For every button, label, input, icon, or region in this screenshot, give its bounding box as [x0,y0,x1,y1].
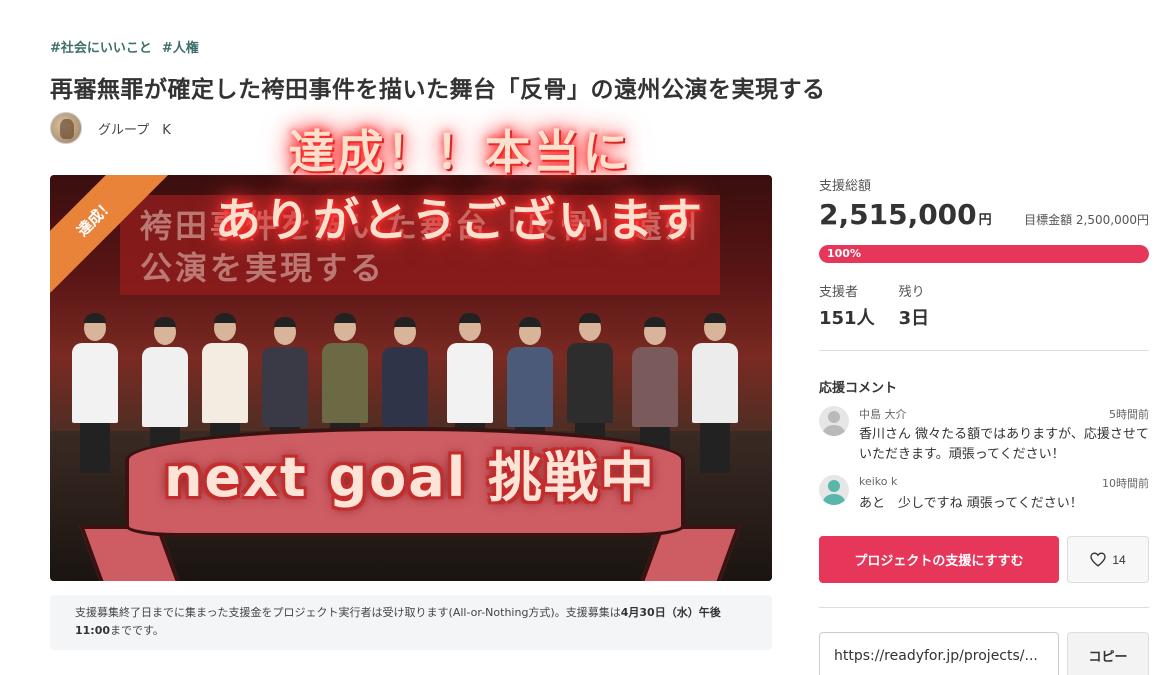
cast-member [690,313,740,473]
next-goal-text: next goal 挑戦中 [163,446,656,509]
user-avatar-icon [819,406,849,436]
notice-text: 支援募集終了日までに集まった支援金をプロジェクト実行者は受け取ります(All-o… [75,606,621,619]
target-label: 目標金額 [1024,213,1073,227]
comment-item: 中島 大介 5時間前 香川さん 微々たる額ではありますが、応援させていただきます。… [819,406,1149,465]
like-count: 14 [1112,552,1126,567]
remaining-label: 残り [898,285,925,300]
comment-time: 5時間前 [1109,408,1149,421]
share-url-field[interactable]: https://readyfor.jp/projects/... [819,632,1059,675]
comment-time: 10時間前 [1102,477,1149,490]
comment-text: あと 少しですね 頑張ってください！ [859,496,1083,511]
heart-icon [1090,552,1106,567]
backers-value: 151人 [819,308,875,329]
target-amount: 目標金額 2,500,000円 [1024,211,1149,228]
thanks-line-1: 達成！！本当に [288,125,632,179]
page-title: 再審無罪が確定した袴田事件を描いた舞台「反骨」の遠州公演を実現する [50,77,826,103]
support-project-button[interactable]: プロジェクトの支援にすすむ [819,536,1059,583]
comment-item: keiko k 10時間前 あと 少しですね 頑張ってください！ [819,475,1149,514]
avatar[interactable] [50,112,82,144]
remaining-value: 3日 [898,308,930,329]
comment-text: 香川さん 微々たる額ではありますが、応援させていただきます。頑張ってください！ [859,427,1149,462]
thanks-overlay: 達成！！本当に ありがとうございます [120,118,800,254]
thanks-line-2: ありがとうございます [215,193,705,247]
target-value: 2,500,000円 [1075,213,1149,227]
total-label: 支援総額 [819,179,872,194]
backers-stat: 支援者 151人 [819,281,875,330]
user-avatar-icon [819,475,849,505]
tag-human-rights[interactable]: #人権 [162,37,199,56]
backers-label: 支援者 [819,285,859,300]
funding-sidebar: 支援総額 2,515,000 円 目標金額 2,500,000円 100% 支援者… [819,175,1149,675]
total-amount-value: 2,515,000 [819,198,977,231]
tag-list: #社会にいいこと #人権 [50,37,199,56]
progress-bar: 100% [819,245,1149,263]
total-unit: 円 [978,213,992,228]
total-amount: 2,515,000 円 [819,198,992,231]
divider [819,350,1149,351]
notice-text-end: までです。 [110,624,164,637]
comment-author[interactable]: keiko k [859,475,897,491]
divider [819,607,1149,608]
comments-heading: 応援コメント [819,381,898,396]
copy-button[interactable]: コピー [1067,632,1149,675]
tag-social-good[interactable]: #社会にいいこと [50,37,152,56]
progress-bar-fill [819,245,1149,263]
cast-member [70,313,120,473]
progress-text: 100% [827,247,861,260]
like-button[interactable]: 14 [1067,536,1149,583]
remaining-stat: 残り 3日 [899,281,930,330]
funding-notice: 支援募集終了日までに集まった支援金をプロジェクト実行者は受け取ります(All-o… [50,595,772,650]
comment-author[interactable]: 中島 大介 [859,406,907,422]
